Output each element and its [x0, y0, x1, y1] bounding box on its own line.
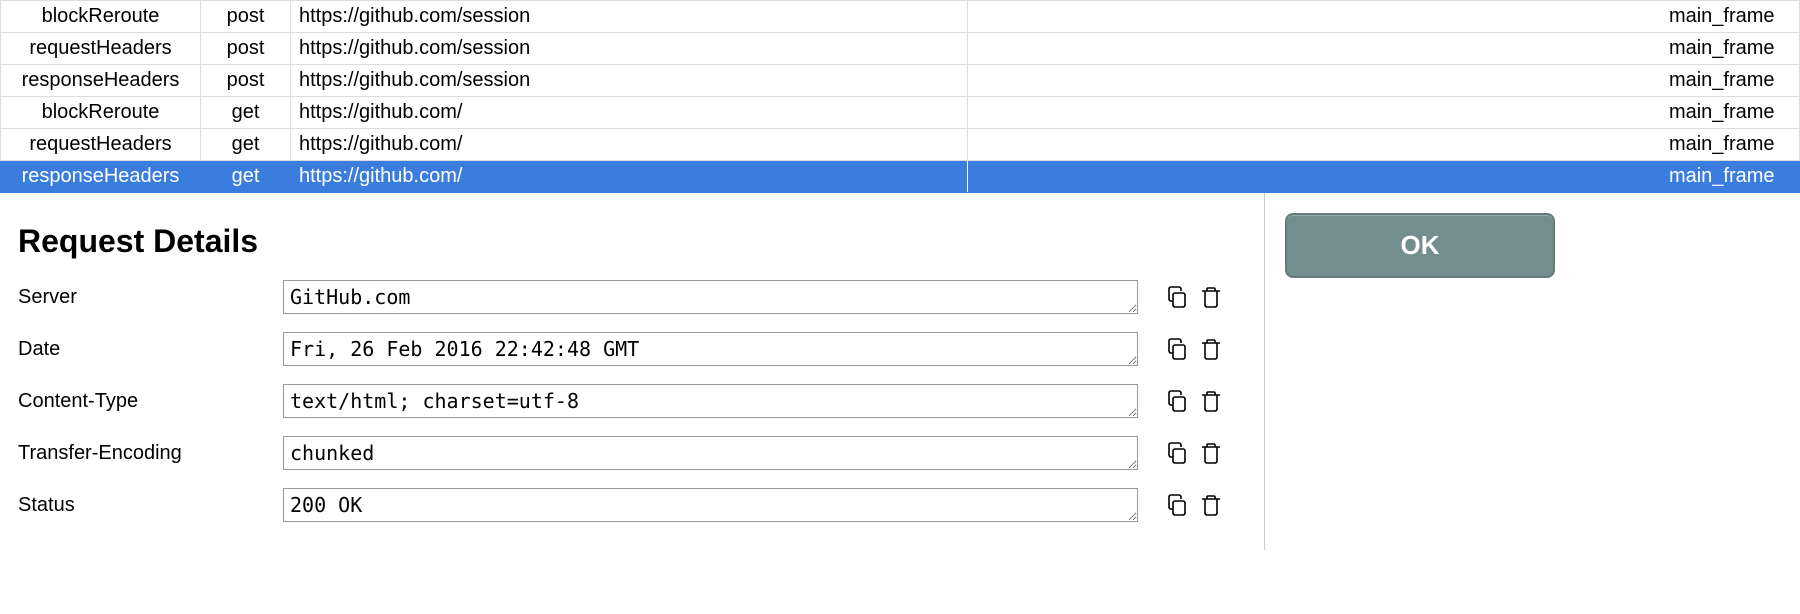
cell-spacer	[968, 1, 1645, 33]
cell-spacer	[968, 161, 1645, 193]
cell-event: blockReroute	[1, 1, 201, 33]
detail-field: DateFri, 26 Feb 2016 22:42:48 GMT	[18, 332, 1246, 366]
detail-field-label: Status	[18, 494, 283, 517]
request-row[interactable]: requestHeadersgethttps://github.com/main…	[1, 129, 1800, 161]
cell-frame: main_frame	[1645, 161, 1800, 193]
cell-frame: main_frame	[1645, 97, 1800, 129]
detail-field: Content-Typetext/html; charset=utf-8	[18, 384, 1246, 418]
cell-method: post	[201, 33, 291, 65]
request-row[interactable]: blockRerouteposthttps://github.com/sessi…	[1, 1, 1800, 33]
cell-url: https://github.com/session	[291, 1, 968, 33]
detail-field-input[interactable]: text/html; charset=utf-8	[283, 384, 1138, 418]
detail-field-input[interactable]: chunked	[283, 436, 1138, 470]
cell-event: requestHeaders	[1, 129, 201, 161]
request-row[interactable]: requestHeadersposthttps://github.com/ses…	[1, 33, 1800, 65]
copy-icon[interactable]	[1163, 283, 1191, 311]
detail-field: Transfer-Encodingchunked	[18, 436, 1246, 470]
request-row[interactable]: responseHeadersgethttps://github.com/mai…	[1, 161, 1800, 193]
request-row[interactable]: blockReroutegethttps://github.com/main_f…	[1, 97, 1800, 129]
detail-field-input[interactable]: Fri, 26 Feb 2016 22:42:48 GMT	[283, 332, 1138, 366]
cell-url: https://github.com/	[291, 129, 968, 161]
cell-url: https://github.com/session	[291, 33, 968, 65]
detail-field-label: Content-Type	[18, 390, 283, 413]
cell-spacer	[968, 129, 1645, 161]
copy-icon[interactable]	[1163, 387, 1191, 415]
cell-spacer	[968, 97, 1645, 129]
detail-field-label: Server	[18, 286, 283, 309]
cell-frame: main_frame	[1645, 129, 1800, 161]
cell-method: get	[201, 129, 291, 161]
cell-event: responseHeaders	[1, 161, 201, 193]
cell-url: https://github.com/	[291, 97, 968, 129]
trash-icon[interactable]	[1197, 387, 1225, 415]
copy-icon[interactable]	[1163, 491, 1191, 519]
trash-icon[interactable]	[1197, 335, 1225, 363]
copy-icon[interactable]	[1163, 335, 1191, 363]
cell-event: blockReroute	[1, 97, 201, 129]
cell-url: https://github.com/session	[291, 65, 968, 97]
request-details-title: Request Details	[18, 223, 1246, 260]
cell-spacer	[968, 65, 1645, 97]
detail-field: ServerGitHub.com	[18, 280, 1246, 314]
detail-field-input[interactable]: GitHub.com	[283, 280, 1138, 314]
trash-icon[interactable]	[1197, 439, 1225, 467]
cell-spacer	[968, 33, 1645, 65]
detail-field-label: Transfer-Encoding	[18, 442, 283, 465]
trash-icon[interactable]	[1197, 283, 1225, 311]
cell-event: responseHeaders	[1, 65, 201, 97]
request-details-panel: Request Details ServerGitHub.com DateFri…	[0, 193, 1265, 550]
request-table: blockRerouteposthttps://github.com/sessi…	[0, 0, 1800, 193]
copy-icon[interactable]	[1163, 439, 1191, 467]
cell-frame: main_frame	[1645, 33, 1800, 65]
cell-method: post	[201, 65, 291, 97]
detail-field: Status200 OK	[18, 488, 1246, 522]
cell-method: get	[201, 161, 291, 193]
ok-button[interactable]: OK	[1285, 213, 1555, 278]
trash-icon[interactable]	[1197, 491, 1225, 519]
cell-frame: main_frame	[1645, 65, 1800, 97]
cell-frame: main_frame	[1645, 1, 1800, 33]
cell-event: requestHeaders	[1, 33, 201, 65]
cell-url: https://github.com/	[291, 161, 968, 193]
detail-field-input[interactable]: 200 OK	[283, 488, 1138, 522]
cell-method: get	[201, 97, 291, 129]
cell-method: post	[201, 1, 291, 33]
request-row[interactable]: responseHeadersposthttps://github.com/se…	[1, 65, 1800, 97]
detail-field-label: Date	[18, 338, 283, 361]
